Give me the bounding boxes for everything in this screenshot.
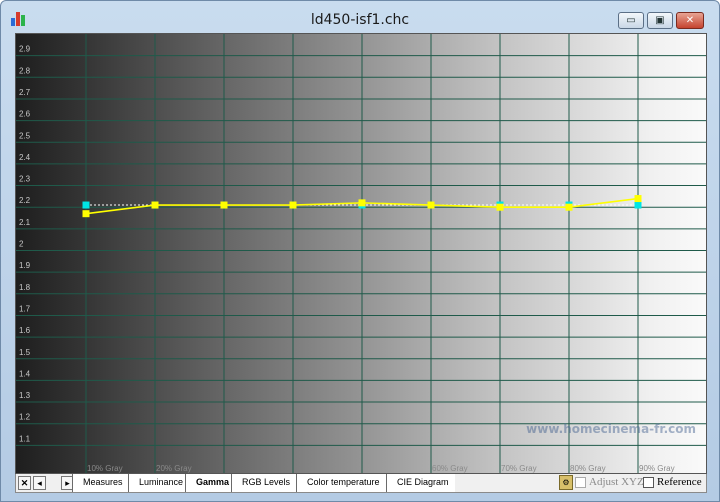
adjust-xyz-label: Adjust XYZ xyxy=(589,476,644,488)
tab-close-button[interactable]: ✕ xyxy=(18,476,31,490)
x-tick-label: 80% Gray xyxy=(570,464,606,473)
y-tick-label: 1.6 xyxy=(19,326,31,335)
x-tick-label: 70% Gray xyxy=(501,464,537,473)
y-tick-label: 2.2 xyxy=(19,196,31,205)
gamma-point xyxy=(82,210,90,218)
y-tick-label: 2.1 xyxy=(19,218,31,227)
x-tick-label: 60% Gray xyxy=(432,464,468,473)
gamma-chart-svg: 1.1 1.2 1.3 1.4 1.5 1.6 1.7 1.8 1.9 2 2.1 2.2 2.3 2.4… xyxy=(16,34,706,473)
gamma-point xyxy=(289,201,297,209)
reference-label: Reference xyxy=(657,476,702,488)
y-tick-label: 2.3 xyxy=(19,175,31,184)
reference-point xyxy=(82,201,90,209)
y-tick-label: 2.8 xyxy=(19,66,31,75)
y-tick-label: 1.9 xyxy=(19,261,31,270)
tab-label: Measures xyxy=(83,477,123,487)
tab-gamma[interactable]: Gamma xyxy=(185,474,236,492)
tab-rgb-levels[interactable]: RGB Levels xyxy=(231,474,297,492)
tab-label: CIE Diagram xyxy=(397,477,449,487)
tab-strip: ✕ ◂ ◂ ▸ Measures Luminance Gamma RGB Lev… xyxy=(15,474,707,493)
x-tick-label: 90% Gray xyxy=(639,464,675,473)
y-tick-label: 2.5 xyxy=(19,131,31,140)
tab-label: RGB Levels xyxy=(242,477,291,487)
maximize-button[interactable]: ▣ xyxy=(647,12,673,29)
window-title: ld450-isf1.chc xyxy=(310,12,410,28)
y-tick-label: 2.7 xyxy=(19,88,31,97)
adjust-xyz-icon[interactable]: ⚙ xyxy=(559,475,573,490)
tab-first-button[interactable]: ◂ xyxy=(33,476,46,490)
x-tick-label: 20% Gray xyxy=(156,464,192,473)
title-bar[interactable]: ld450-isf1.chc ▭ ▣ ✕ xyxy=(1,1,719,33)
y-tick-label: 2.6 xyxy=(19,110,31,119)
minimize-button[interactable]: ▭ xyxy=(618,12,644,29)
tab-label: Color temperature xyxy=(307,477,380,487)
gamma-point xyxy=(565,203,573,211)
y-tick-label: 2 xyxy=(19,240,24,249)
reference-point xyxy=(634,201,642,209)
y-tick-label: 1.5 xyxy=(19,348,31,357)
tab-luminance[interactable]: Luminance xyxy=(128,474,190,492)
y-tick-label: 1.3 xyxy=(19,391,31,400)
tab-measures[interactable]: Measures xyxy=(72,474,129,492)
y-tick-label: 2.4 xyxy=(19,153,31,162)
gamma-point xyxy=(496,203,504,211)
adjust-xyz-checkbox[interactable] xyxy=(575,477,586,488)
tab-label: Gamma xyxy=(196,477,230,487)
watermark: www.homecinema-fr.com xyxy=(526,422,696,436)
y-tick-label: 1.4 xyxy=(19,369,31,378)
gamma-point xyxy=(427,201,435,209)
reference-checkbox[interactable] xyxy=(643,477,654,488)
y-tick-label: 1.7 xyxy=(19,304,31,313)
y-tick-label: 2.9 xyxy=(19,45,31,54)
close-button[interactable]: ✕ xyxy=(676,12,704,29)
y-tick-label: 1.2 xyxy=(19,413,31,422)
tab-color-temperature[interactable]: Color temperature xyxy=(296,474,386,492)
tab-label: Luminance xyxy=(139,477,184,487)
gamma-chart: 1.1 1.2 1.3 1.4 1.5 1.6 1.7 1.8 1.9 2 2.1 2.2 2.3 2.4… xyxy=(15,33,707,474)
gamma-point xyxy=(151,201,159,209)
y-tick-label: 1.1 xyxy=(19,434,31,443)
gamma-point xyxy=(358,199,366,207)
gamma-point xyxy=(220,201,228,209)
gamma-point xyxy=(634,195,642,203)
x-tick-label: 10% Gray xyxy=(87,464,123,473)
tab-cie-diagram[interactable]: CIE Diagram xyxy=(386,474,455,492)
app-window: ld450-isf1.chc ▭ ▣ ✕ 1.1 1.2 1.3 1.4 1.5 1.6 1… xyxy=(0,0,720,502)
y-tick-label: 1.8 xyxy=(19,283,31,292)
